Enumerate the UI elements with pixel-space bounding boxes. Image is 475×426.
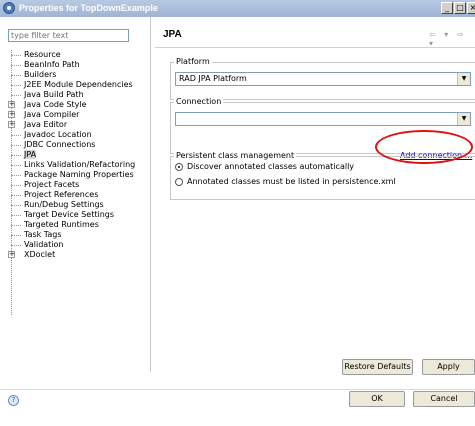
- tree-item[interactable]: + Java Code Style: [8, 100, 148, 110]
- tree-item-label: Target Device Settings: [24, 210, 115, 219]
- tree-connector: [11, 135, 21, 136]
- tree-connector: [11, 145, 21, 146]
- expand-icon[interactable]: +: [8, 121, 15, 128]
- tree-item-label: Java Editor: [24, 120, 68, 129]
- chevron-down-icon[interactable]: ▼: [457, 113, 470, 125]
- expand-icon[interactable]: +: [8, 101, 15, 108]
- discover-classes-label: Discover annotated classes automatically: [187, 162, 355, 171]
- tree-connector: [11, 185, 21, 186]
- tree-item[interactable]: Links Validation/Refactoring: [8, 160, 148, 170]
- tree-item[interactable]: Run/Debug Settings: [8, 200, 148, 210]
- ok-button[interactable]: OK: [349, 391, 405, 407]
- chevron-down-icon[interactable]: ▼: [457, 73, 470, 85]
- tree-item[interactable]: Targeted Runtimes: [8, 220, 148, 230]
- platform-value: RAD JPA Platform: [179, 74, 247, 83]
- tree-connector: [11, 65, 21, 66]
- tree-connector: [11, 155, 21, 156]
- tree-item[interactable]: + Java Editor: [8, 120, 148, 130]
- close-button[interactable]: ×: [467, 2, 475, 14]
- connection-legend: Connection: [174, 97, 224, 107]
- tree-item-label: Validation: [24, 240, 64, 249]
- tree-connector: [11, 85, 21, 86]
- tree-item-label: Targeted Runtimes: [24, 220, 99, 229]
- nav-arrows-icon[interactable]: ⇦ ▾ ⇨ ▾: [429, 30, 475, 48]
- property-tree: Resource BeanInfo Path Builders J2EE Module…: [8, 50, 148, 315]
- tree-item[interactable]: Task Tags: [8, 230, 148, 240]
- tree-connector: [11, 175, 21, 176]
- tree-item[interactable]: Project Facets: [8, 180, 148, 190]
- tree-item-label: Links Validation/Refactoring: [24, 160, 136, 169]
- expand-icon[interactable]: +: [8, 111, 15, 118]
- help-icon[interactable]: ?: [8, 395, 19, 406]
- tree-item-label: Java Build Path: [24, 90, 84, 99]
- tree-item-label: Task Tags: [24, 230, 62, 239]
- connection-select[interactable]: ▼: [175, 112, 471, 126]
- tree-item[interactable]: Project References: [8, 190, 148, 200]
- tree-item-label: Project References: [24, 190, 99, 199]
- page-title: JPA: [163, 29, 182, 40]
- tree-connector: [11, 245, 21, 246]
- apply-button[interactable]: Apply: [422, 359, 475, 375]
- listed-classes-label: Annotated classes must be listed in pers…: [187, 177, 396, 186]
- persistence-legend: Persistent class management: [174, 151, 297, 161]
- tree-item-label: XDoclet: [24, 250, 56, 259]
- app-icon: [3, 2, 15, 14]
- tree-item[interactable]: Validation: [8, 240, 148, 250]
- radio-selected-icon[interactable]: [175, 162, 183, 171]
- platform-select[interactable]: RAD JPA Platform ▼: [175, 72, 471, 86]
- tree-item-label: Run/Debug Settings: [24, 200, 104, 209]
- tree-connector: [11, 215, 21, 216]
- tree-item-label: Javadoc Location: [24, 130, 92, 139]
- property-tree-pane: ResourceBeanInfo PathBuildersJ2EE Module…: [0, 17, 151, 372]
- jpa-page: JPA ⇦ ▾ ⇨ ▾ Platform RAD JPA Platform ▼ …: [151, 17, 475, 372]
- tree-connector: [11, 75, 21, 76]
- platform-legend: Platform: [174, 57, 212, 67]
- window-titlebar: Properties for TopDownExample _ □ ×: [0, 0, 475, 17]
- maximize-button[interactable]: □: [454, 2, 466, 14]
- tree-item[interactable]: BeanInfo Path: [8, 60, 148, 70]
- tree-item[interactable]: JDBC Connections: [8, 140, 148, 150]
- tree-connector: [11, 165, 21, 166]
- minimize-button[interactable]: _: [441, 2, 453, 14]
- tree-item-label: Project Facets: [24, 180, 80, 189]
- window-title: Properties for TopDownExample: [19, 3, 158, 13]
- tree-connector: [11, 195, 21, 196]
- tree-item-label: Resource: [24, 50, 61, 59]
- tree-item[interactable]: Java Build Path: [8, 90, 148, 100]
- footer-divider: [0, 389, 475, 390]
- restore-defaults-button[interactable]: Restore Defaults: [342, 359, 413, 375]
- cancel-button[interactable]: Cancel: [413, 391, 475, 407]
- tree-item[interactable]: J2EE Module Dependencies: [8, 80, 148, 90]
- tree-item[interactable]: + XDoclet: [8, 250, 148, 260]
- tree-connector: [11, 225, 21, 226]
- header-divider: [155, 47, 475, 48]
- tree-connector: [11, 235, 21, 236]
- tree-item[interactable]: Target Device Settings: [8, 210, 148, 220]
- tree-item-label: J2EE Module Dependencies: [24, 80, 133, 89]
- discover-classes-option[interactable]: Discover annotated classes automatically: [175, 161, 354, 173]
- filter-input[interactable]: [8, 29, 129, 42]
- tree-item[interactable]: Resource: [8, 50, 148, 60]
- platform-group: Platform RAD JPA Platform ▼: [170, 57, 475, 100]
- tree-item[interactable]: JPA: [8, 150, 148, 160]
- tree-item[interactable]: Javadoc Location: [8, 130, 148, 140]
- listed-classes-option[interactable]: Annotated classes must be listed in pers…: [175, 176, 396, 188]
- tree-connector: [11, 205, 21, 206]
- expand-icon[interactable]: +: [8, 251, 15, 258]
- tree-item-label: Java Code Style: [24, 100, 87, 109]
- tree-item-label: Builders: [24, 70, 57, 79]
- tree-item-label: Java Compiler: [24, 110, 80, 119]
- tree-item-label: JPA: [24, 150, 37, 159]
- tree-item[interactable]: Package Naming Properties: [8, 170, 148, 180]
- tree-item[interactable]: Builders: [8, 70, 148, 80]
- annotation-circle: [375, 130, 473, 164]
- tree-connector: [11, 55, 21, 56]
- tree-item-label: Package Naming Properties: [24, 170, 134, 179]
- tree-item[interactable]: + Java Compiler: [8, 110, 148, 120]
- tree-item-label: BeanInfo Path: [24, 60, 80, 69]
- radio-unselected-icon[interactable]: [175, 177, 183, 186]
- tree-item-label: JDBC Connections: [24, 140, 96, 149]
- dialog-content: ResourceBeanInfo PathBuildersJ2EE Module…: [0, 17, 475, 426]
- tree-connector: [11, 95, 21, 96]
